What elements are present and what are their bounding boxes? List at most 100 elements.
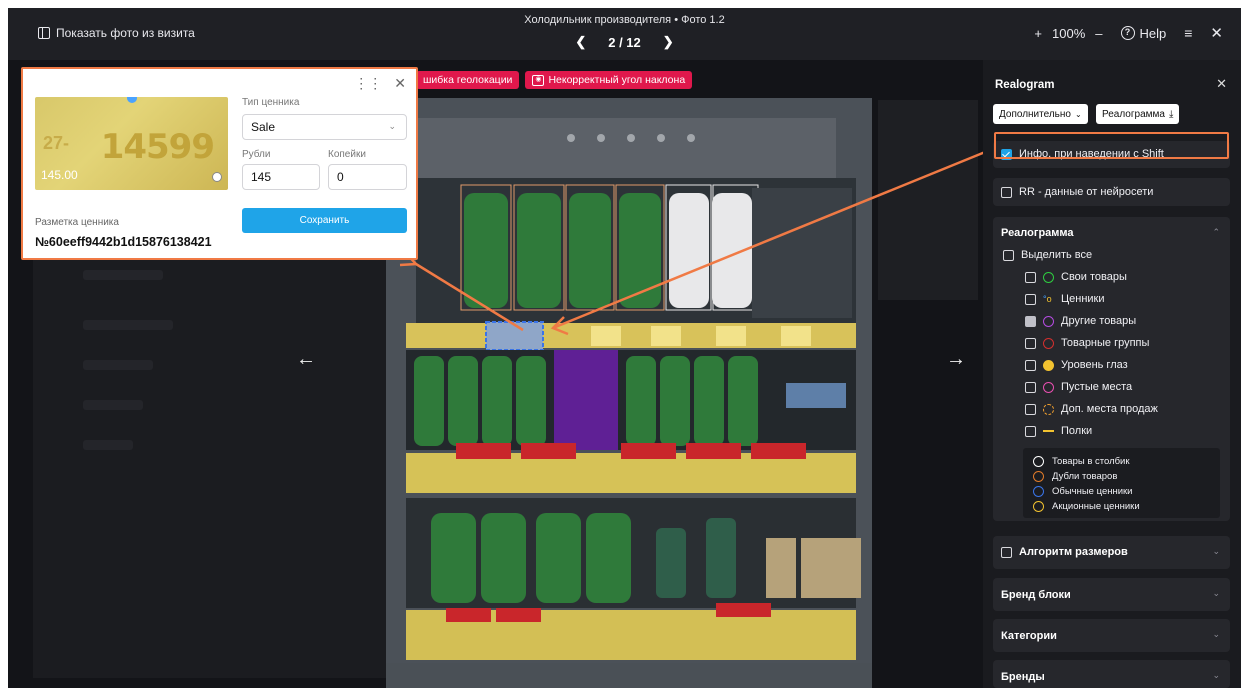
extra-places-checkbox[interactable]: [1025, 403, 1036, 415]
pink-ring-icon: [1043, 381, 1054, 393]
chevron-down-icon: ⌄: [1074, 109, 1082, 119]
other-products-label: Другие товары: [1061, 315, 1137, 327]
size-algo-card[interactable]: Алгоритм размеров ⌄: [993, 536, 1230, 569]
close-viewer-icon[interactable]: ✕: [1210, 24, 1223, 42]
rr-data-card: RR - данные от нейросети: [993, 178, 1230, 206]
red-ring-icon: [1043, 337, 1054, 349]
realogram-section-title[interactable]: Реалограмма: [1001, 227, 1074, 239]
legend-item-empty-spaces[interactable]: Пустые места: [1025, 381, 1132, 393]
save-button[interactable]: Сохранить: [242, 208, 407, 233]
thumb-small-price: 27-: [43, 133, 70, 153]
legend-box: Товары в столбик Дубли товаров Обычные ц…: [1023, 448, 1220, 518]
thumb-old-price: 145.00: [41, 168, 78, 182]
other-products-checkbox[interactable]: [1025, 315, 1036, 327]
price-tags-label: Ценники: [1061, 293, 1105, 305]
ghost-row: [83, 270, 163, 280]
legend-row: Товары в столбик: [1033, 454, 1210, 469]
fridge-shelf-photo[interactable]: [386, 98, 872, 688]
select-all-row[interactable]: Выделить все: [1003, 249, 1092, 261]
own-products-checkbox[interactable]: [1025, 271, 1036, 283]
incorrect-angle-tag: ◉ Некорректный угол наклона: [525, 71, 693, 89]
rr-data-checkbox[interactable]: [1001, 186, 1012, 198]
legend-item-own-products[interactable]: Свои товары: [1025, 271, 1127, 283]
download-icon: ⤓: [1168, 108, 1174, 120]
chevron-up-icon[interactable]: ⌃: [1212, 227, 1220, 238]
legend-row: Акционные ценники: [1033, 499, 1210, 514]
chevron-down-icon: ⌄: [1212, 588, 1220, 598]
kopecks-input[interactable]: 0: [328, 164, 407, 190]
brands-card[interactable]: Бренды ⌄: [993, 660, 1230, 688]
prev-image-arrow-icon[interactable]: ←: [296, 348, 316, 371]
rr-data-row[interactable]: RR - данные от нейросети: [993, 178, 1230, 206]
legend-label: Дубли товаров: [1052, 471, 1118, 482]
ghost-row: [83, 400, 143, 410]
legend-item-shelves[interactable]: Полки: [1025, 425, 1092, 437]
dashed-ring-icon: [1043, 403, 1054, 415]
legend-label: Товары в столбик: [1052, 456, 1130, 467]
ghost-row: [83, 320, 173, 330]
shelves-checkbox[interactable]: [1025, 425, 1036, 437]
zoom-level: 100%: [1052, 25, 1086, 41]
markup-label: Разметка ценника: [35, 217, 119, 228]
legend-item-extra-places[interactable]: Доп. места продаж: [1025, 403, 1158, 415]
purple-ring-icon: [1043, 315, 1054, 327]
legend-item-price-tags[interactable]: °o Ценники: [1025, 293, 1105, 305]
price-tags-checkbox[interactable]: [1025, 293, 1036, 305]
close-sidebar-icon[interactable]: ✕: [1216, 76, 1227, 92]
more-dropdown-button[interactable]: Дополнительно ⌄: [993, 104, 1088, 124]
empty-spaces-label: Пустые места: [1061, 381, 1133, 393]
legend-item-product-groups[interactable]: Товарные группы: [1025, 337, 1149, 349]
background-photo-right: [878, 100, 978, 300]
price-type-select[interactable]: Sale ⌄: [242, 114, 407, 140]
brand-blocks-label: Бренд блоки: [1001, 589, 1071, 601]
select-all-checkbox[interactable]: [1003, 249, 1014, 261]
realogram-download-button[interactable]: Реалограмма ⤓: [1096, 104, 1180, 124]
rubles-input[interactable]: 145: [242, 164, 320, 190]
yellow-dot-icon: [1043, 359, 1054, 371]
empty-spaces-checkbox[interactable]: [1025, 381, 1036, 393]
yellow-ring-icon: [1033, 501, 1044, 512]
price-tag-popup: 27- 14599 145.00 ⋮⋮ ✕ Тип ценника Sale ⌄…: [21, 67, 418, 260]
settings-sliders-icon[interactable]: ≡: [1184, 25, 1192, 41]
price-tag-thumbnail: 27- 14599 145.00: [35, 97, 228, 190]
brand-blocks-card[interactable]: Бренд блоки ⌄: [993, 578, 1230, 611]
categories-label: Категории: [1001, 630, 1057, 642]
crop-handle-bottom[interactable]: [212, 172, 222, 182]
product-groups-checkbox[interactable]: [1025, 337, 1036, 349]
geolocation-error-label: шибка геолокации: [423, 74, 513, 86]
ghost-row: [83, 360, 153, 370]
categories-card[interactable]: Категории ⌄: [993, 619, 1230, 652]
size-algo-checkbox[interactable]: [1001, 546, 1012, 558]
zoom-out-icon[interactable]: –: [1095, 26, 1102, 41]
legend-label: Обычные ценники: [1052, 486, 1133, 497]
white-ring-icon: [1033, 456, 1044, 467]
zoom-in-icon[interactable]: +: [1034, 26, 1042, 41]
camera-icon: ◉: [532, 74, 545, 86]
chevron-down-icon: ⌄: [388, 121, 396, 131]
legend-item-other-products[interactable]: Другие товары: [1025, 315, 1136, 327]
next-photo-icon[interactable]: ❯: [663, 34, 674, 50]
price-tags-icon: °o: [1043, 294, 1052, 304]
close-popup-icon[interactable]: ✕: [394, 75, 406, 92]
shelves-label: Полки: [1061, 425, 1093, 437]
shift-info-highlight: [994, 132, 1229, 159]
realogram-label: Реалограмма: [1102, 108, 1165, 120]
legend-row: Обычные ценники: [1033, 484, 1210, 499]
thumb-price: 14599: [100, 127, 215, 167]
eye-level-label: Уровень глаз: [1061, 359, 1128, 371]
app-window: Показать фото из визита Холодильник прои…: [8, 8, 1241, 688]
next-image-arrow-icon[interactable]: →: [946, 348, 966, 371]
kopecks-label: Копейки: [328, 149, 366, 160]
size-algo-label: Алгоритм размеров: [1019, 546, 1128, 558]
eye-level-checkbox[interactable]: [1025, 359, 1036, 371]
drag-handle-icon[interactable]: ⋮⋮: [354, 75, 382, 92]
help-icon: ?: [1120, 26, 1135, 40]
size-algo-row[interactable]: Алгоритм размеров: [993, 536, 1230, 568]
prev-photo-icon[interactable]: ❮: [575, 34, 586, 50]
chevron-down-icon: ⌄: [1212, 629, 1220, 639]
sidebar-title: Realogram: [995, 79, 1055, 91]
crop-handle-top[interactable]: [127, 97, 137, 103]
legend-item-eye-level[interactable]: Уровень глаз: [1025, 359, 1128, 371]
help-button[interactable]: ? Help: [1120, 26, 1166, 41]
shelf-photo-image: [386, 98, 872, 688]
